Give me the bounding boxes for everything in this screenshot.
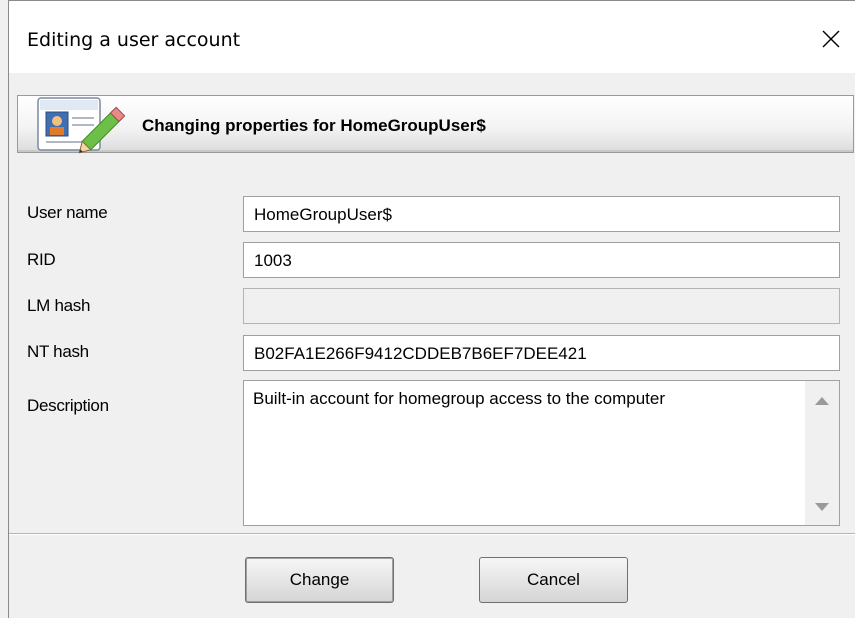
lm-hash-field — [243, 288, 840, 324]
window-title: Editing a user account — [27, 29, 241, 51]
footer-separator — [9, 533, 855, 535]
description-label: Description — [27, 396, 109, 415]
change-button[interactable]: Change — [245, 557, 394, 603]
user-name-field[interactable]: HomeGroupUser$ — [243, 196, 840, 232]
header-title: Changing properties for HomeGroupUser$ — [142, 116, 486, 135]
rid-field[interactable]: 1003 — [243, 242, 840, 278]
nt-hash-field[interactable]: B02FA1E266F9412CDDEB7B6EF7DEE421 — [243, 335, 840, 371]
cancel-button-label: Cancel — [527, 570, 580, 589]
cancel-button[interactable]: Cancel — [479, 557, 628, 603]
change-button-label: Change — [289, 570, 350, 589]
nt-hash-label: NT hash — [27, 342, 89, 361]
description-textarea[interactable]: Built-in account for homegroup access to… — [243, 380, 840, 526]
close-button[interactable] — [811, 19, 851, 59]
lm-hash-label: LM hash — [27, 296, 91, 315]
description-scrollbar[interactable] — [805, 381, 839, 525]
scroll-up-icon[interactable] — [815, 397, 829, 405]
close-icon — [822, 30, 840, 48]
description-text: Built-in account for homegroup access to… — [253, 389, 665, 408]
title-bar[interactable]: Editing a user account — [9, 1, 855, 73]
rid-label: RID — [27, 250, 56, 269]
scroll-down-icon[interactable] — [815, 503, 829, 511]
user-card-edit-icon — [32, 90, 132, 156]
header-panel: Changing properties for HomeGroupUser$ — [17, 95, 854, 154]
dialog-window: Editing a user account Changing properti… — [8, 0, 855, 618]
user-name-label: User name — [27, 203, 108, 222]
